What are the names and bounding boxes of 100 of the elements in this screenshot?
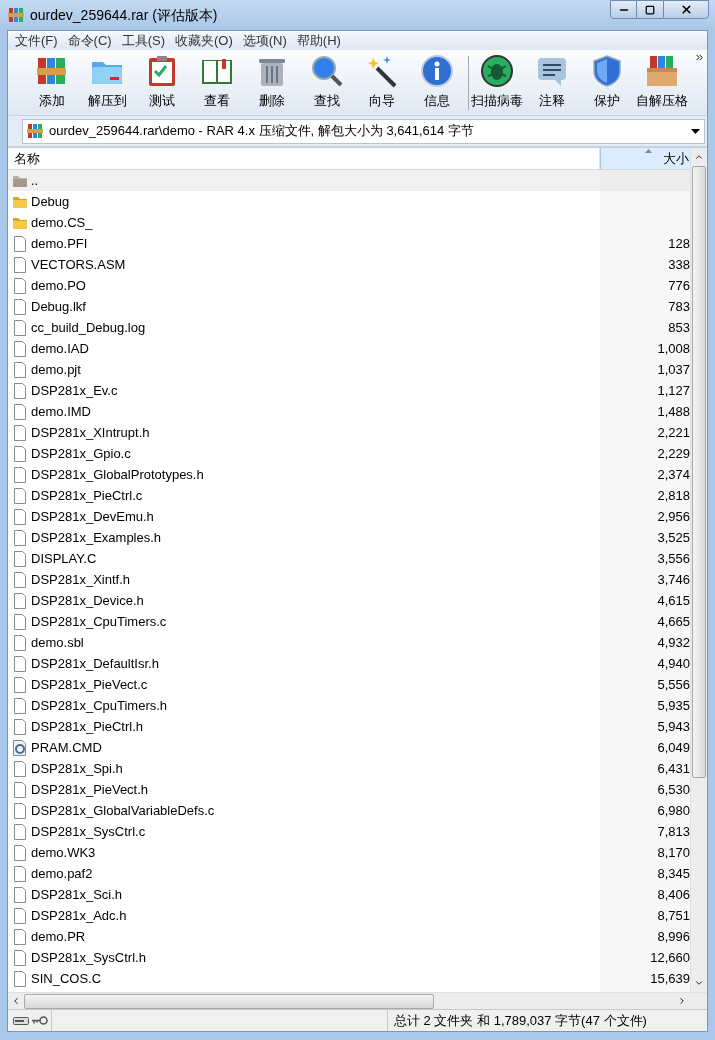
- scroll-left-icon[interactable]: [11, 996, 21, 1006]
- address-field[interactable]: ourdev_259644.rar\demo - RAR 4.x 压缩文件, 解包大小为 3,641,614 字节: [22, 118, 705, 144]
- scroll-up-icon[interactable]: [694, 152, 704, 162]
- file-row[interactable]: DSP281x_Device.h 4,615: [8, 590, 690, 611]
- file-row[interactable]: DISPLAY.C 3,556: [8, 548, 690, 569]
- document-icon: [13, 634, 27, 651]
- document-icon: [13, 487, 27, 504]
- file-row[interactable]: demo.paf2 8,345: [8, 863, 690, 884]
- file-row[interactable]: DSP281x_XIntrupt.h 2,221: [8, 422, 690, 443]
- file-row[interactable]: VECTORS.ASM 338: [8, 254, 690, 275]
- document-icon: [13, 865, 27, 882]
- toolbar-button[interactable]: 删除: [246, 52, 298, 113]
- scroll-right-icon[interactable]: [677, 996, 687, 1006]
- file-row[interactable]: demo.IAD 1,008: [8, 338, 690, 359]
- file-row[interactable]: DSP281x_Spi.h 6,431: [8, 758, 690, 779]
- file-row[interactable]: DSP281x_PieCtrl.c 2,818: [8, 485, 690, 506]
- file-name: demo.pjt: [31, 360, 81, 379]
- file-size: 128: [668, 234, 690, 253]
- file-size: 3,746: [657, 570, 690, 589]
- file-row[interactable]: DSP281x_Xintf.h 3,746: [8, 569, 690, 590]
- scrollbar-thumb[interactable]: [24, 993, 434, 1009]
- file-row[interactable]: demo.pjt 1,037: [8, 359, 690, 380]
- file-size: 8,406: [657, 885, 690, 904]
- file-row[interactable]: DSP281x_PieVect.c 5,556: [8, 674, 690, 695]
- file-size: 3,525: [657, 528, 690, 547]
- file-row[interactable]: demo.PO 776: [8, 275, 690, 296]
- file-row[interactable]: DSP281x_Examples.h 3,525: [8, 527, 690, 548]
- file-row[interactable]: DSP281x_CpuTimers.c 4,665: [8, 611, 690, 632]
- column-header[interactable]: 大小: [600, 148, 690, 169]
- file-row[interactable]: PRAM.CMD 6,049: [8, 737, 690, 758]
- maximize-button[interactable]: [637, 0, 663, 19]
- document-icon: [13, 571, 27, 588]
- scrollbar-thumb[interactable]: [692, 166, 706, 778]
- file-row[interactable]: DSP281x_SysCtrl.h 12,660: [8, 947, 690, 968]
- file-name: DISPLAY.C: [31, 549, 97, 568]
- file-size: 5,943: [657, 717, 690, 736]
- gear-document-icon: [12, 739, 28, 756]
- file-row[interactable]: DSP281x_CpuTimers.h 5,935: [8, 695, 690, 716]
- file-row[interactable]: DSP281x_DefaultIsr.h 4,940: [8, 653, 690, 674]
- file-size: 6,980: [657, 801, 690, 820]
- file-name: demo.CS_: [31, 213, 93, 232]
- file-size: 2,374: [657, 465, 690, 484]
- document-icon: [13, 928, 27, 945]
- status-text: 总计 2 文件夹 和 1,789,037 字节(47 个文件): [387, 1010, 707, 1031]
- toolbar-button[interactable]: 扫描病毒: [471, 52, 523, 113]
- vertical-scrollbar[interactable]: [690, 148, 707, 992]
- menu-item[interactable]: 选项(N): [237, 30, 292, 51]
- file-row[interactable]: SIN_COS.C 15,639: [8, 968, 690, 989]
- key-icon: [32, 1016, 48, 1025]
- file-row[interactable]: DSP281x_PieCtrl.h 5,943: [8, 716, 690, 737]
- toolbar-button[interactable]: 查找: [301, 52, 353, 113]
- file-row[interactable]: DSP281x_DevEmu.h 2,956: [8, 506, 690, 527]
- file-name: DSP281x_Xintf.h: [31, 570, 130, 589]
- file-name: DSP281x_Gpio.c: [31, 444, 131, 463]
- file-row[interactable]: DSP281x_GlobalVariableDefs.c 6,980: [8, 800, 690, 821]
- file-size: 783: [668, 297, 690, 316]
- menu-item[interactable]: 命令(C): [62, 30, 117, 51]
- file-row[interactable]: DSP281x_Adc.h 8,751: [8, 905, 690, 926]
- toolbar-button[interactable]: 解压到: [81, 52, 133, 113]
- file-name: demo.paf2: [31, 864, 93, 883]
- file-row[interactable]: ..: [8, 170, 690, 191]
- file-size: 5,556: [657, 675, 690, 694]
- toolbar-button[interactable]: 测试: [136, 52, 188, 113]
- file-size: 8,170: [657, 843, 690, 862]
- toolbar-button[interactable]: 向导: [356, 52, 408, 113]
- file-size: 2,221: [657, 423, 690, 442]
- file-row[interactable]: DSP281x_SysCtrl.c 7,813: [8, 821, 690, 842]
- file-row[interactable]: demo.sbl 4,932: [8, 632, 690, 653]
- horizontal-scrollbar[interactable]: [8, 992, 707, 1009]
- file-row[interactable]: Debug.lkf 783: [8, 296, 690, 317]
- more-icon[interactable]: [694, 52, 705, 63]
- menu-item[interactable]: 收藏夹(O): [170, 30, 238, 51]
- file-row[interactable]: DSP281x_GlobalPrototypes.h 2,374: [8, 464, 690, 485]
- file-row[interactable]: demo.WK3 8,170: [8, 842, 690, 863]
- scroll-down-icon[interactable]: [694, 978, 704, 988]
- file-row[interactable]: demo.PR 8,996: [8, 926, 690, 947]
- toolbar-button[interactable]: 添加: [26, 52, 78, 113]
- file-row[interactable]: cc_build_Debug.log 853: [8, 317, 690, 338]
- file-row[interactable]: demo.CS_: [8, 212, 690, 233]
- sort-arrow-icon: [645, 149, 652, 153]
- minimize-button[interactable]: [610, 0, 637, 19]
- menu-item[interactable]: 工具(S): [116, 30, 170, 51]
- file-row[interactable]: demo.IMD 1,488: [8, 401, 690, 422]
- toolbar-button[interactable]: 保护: [581, 52, 633, 113]
- file-row[interactable]: Debug: [8, 191, 690, 212]
- menu-item[interactable]: 帮助(H): [291, 30, 346, 51]
- file-row[interactable]: DSP281x_Sci.h 8,406: [8, 884, 690, 905]
- toolbar-button[interactable]: 注释: [526, 52, 578, 113]
- file-row[interactable]: DSP281x_Gpio.c 2,229: [8, 443, 690, 464]
- menu-item[interactable]: 文件(F): [10, 30, 63, 51]
- toolbar-button[interactable]: 自解压格: [636, 52, 688, 113]
- toolbar-button[interactable]: 查看: [191, 52, 243, 113]
- close-button[interactable]: [663, 0, 709, 19]
- file-size: 1,037: [657, 360, 690, 379]
- file-size: 6,530: [657, 780, 690, 799]
- file-row[interactable]: DSP281x_Ev.c 1,127: [8, 380, 690, 401]
- toolbar-button[interactable]: 信息: [411, 52, 463, 113]
- file-row[interactable]: demo.PFI 128: [8, 233, 690, 254]
- file-name: DSP281x_Device.h: [31, 591, 144, 610]
- file-row[interactable]: DSP281x_PieVect.h 6,530: [8, 779, 690, 800]
